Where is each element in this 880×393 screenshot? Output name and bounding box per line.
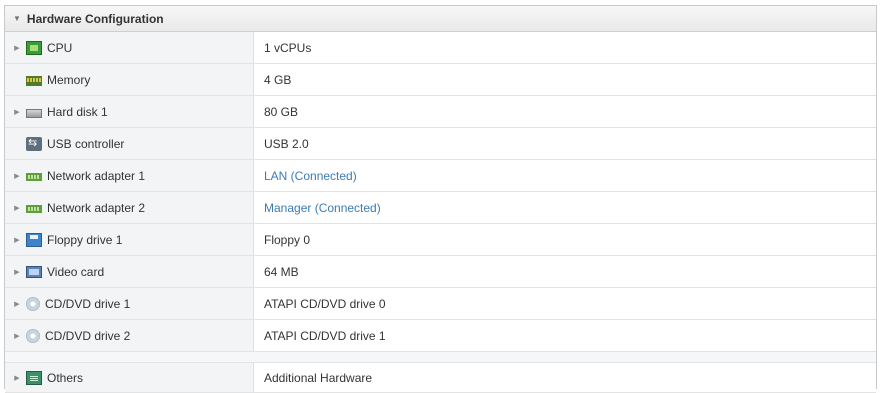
row-name-cell: ▶ Network adapter 1 xyxy=(5,160,254,191)
table-row: ▶ CD/DVD drive 2 ATAPI CD/DVD drive 1 xyxy=(5,320,876,352)
table-row: ▶ Others Additional Hardware xyxy=(5,363,876,393)
network-adapter-icon xyxy=(26,173,42,181)
table-row: USB controller USB 2.0 xyxy=(5,128,876,160)
row-value-cd-dvd-1: ATAPI CD/DVD drive 0 xyxy=(264,296,386,311)
expand-arrow-icon[interactable]: ▶ xyxy=(5,172,26,180)
row-label-cd-dvd-2: CD/DVD drive 2 xyxy=(45,328,131,343)
row-label-cpu: CPU xyxy=(47,40,73,55)
table-row: ▶ Floppy drive 1 Floppy 0 xyxy=(5,224,876,256)
table-row: ▶ CPU 1 vCPUs xyxy=(5,32,876,64)
hard-disk-icon xyxy=(26,109,42,118)
table-row: ▶ Network adapter 2 Manager (Connected) xyxy=(5,192,876,224)
table-row: ▶ Video card 64 MB xyxy=(5,256,876,288)
row-value-floppy: Floppy 0 xyxy=(264,232,311,247)
row-label-hard-disk: Hard disk 1 xyxy=(47,104,108,119)
row-value-video-card: 64 MB xyxy=(264,264,299,279)
row-label-memory: Memory xyxy=(47,72,91,87)
expand-arrow-icon[interactable]: ▶ xyxy=(5,268,26,276)
table-row: Memory 4 GB xyxy=(5,64,876,96)
row-name-cell: ▶ CD/DVD drive 2 xyxy=(5,320,254,351)
network-1-link[interactable]: LAN (Connected) xyxy=(254,160,876,191)
row-label-others: Others xyxy=(47,370,84,385)
table-row: ▶ Network adapter 1 LAN (Connected) xyxy=(5,160,876,192)
floppy-icon xyxy=(26,232,42,247)
network-2-link[interactable]: Manager (Connected) xyxy=(254,192,876,223)
expand-arrow-icon[interactable]: ▶ xyxy=(5,204,26,212)
row-name-cell: ▶ Hard disk 1 xyxy=(5,96,254,127)
row-label-network-adapter-1: Network adapter 1 xyxy=(47,168,146,183)
row-label-usb: USB controller xyxy=(47,136,125,151)
table-row: ▶ Hard disk 1 80 GB xyxy=(5,96,876,128)
row-name-cell: Memory xyxy=(5,64,254,95)
expand-arrow-icon[interactable]: ▶ xyxy=(5,374,26,382)
row-name-cell: USB controller xyxy=(5,128,254,159)
row-name-cell: ▶ Video card xyxy=(5,256,254,287)
row-value-cd-dvd-2: ATAPI CD/DVD drive 1 xyxy=(264,328,386,343)
network-adapter-icon xyxy=(26,205,42,213)
row-name-cell: ▶ Floppy drive 1 xyxy=(5,224,254,255)
panel-header[interactable]: ▼ Hardware Configuration xyxy=(5,6,876,32)
expand-arrow-icon[interactable]: ▶ xyxy=(5,300,26,308)
row-value-cpu: 1 vCPUs xyxy=(264,40,312,55)
row-divider xyxy=(5,352,876,363)
video-card-icon xyxy=(26,266,42,278)
hardware-configuration-panel: ▼ Hardware Configuration ▶ CPU 1 vCPUs M… xyxy=(4,5,877,393)
row-label-floppy: Floppy drive 1 xyxy=(47,232,123,247)
row-label-cd-dvd-1: CD/DVD drive 1 xyxy=(45,296,131,311)
memory-icon xyxy=(26,75,42,86)
expand-arrow-icon[interactable]: ▶ xyxy=(5,108,26,116)
row-name-cell: ▶ CPU xyxy=(5,32,254,63)
row-value-others: Additional Hardware xyxy=(264,370,373,385)
cd-dvd-icon xyxy=(26,296,40,311)
collapse-icon[interactable]: ▼ xyxy=(13,14,21,23)
expand-arrow-icon[interactable]: ▶ xyxy=(5,44,26,52)
row-value-hard-disk: 80 GB xyxy=(264,104,299,119)
usb-icon xyxy=(26,136,42,151)
others-icon xyxy=(26,370,42,385)
expand-arrow-icon[interactable]: ▶ xyxy=(5,332,26,340)
expand-arrow-icon[interactable]: ▶ xyxy=(5,236,26,244)
row-name-cell: ▶ Network adapter 2 xyxy=(5,192,254,223)
row-label-video-card: Video card xyxy=(47,264,105,279)
row-label-network-adapter-2: Network adapter 2 xyxy=(47,200,146,215)
row-name-cell: ▶ CD/DVD drive 1 xyxy=(5,288,254,319)
table-row: ▶ CD/DVD drive 1 ATAPI CD/DVD drive 0 xyxy=(5,288,876,320)
panel-title: Hardware Configuration xyxy=(26,11,164,26)
row-name-cell: ▶ Others xyxy=(5,363,254,392)
cd-dvd-icon xyxy=(26,328,40,343)
row-value-memory: 4 GB xyxy=(264,72,292,87)
row-value-usb: USB 2.0 xyxy=(264,136,309,151)
cpu-icon xyxy=(26,40,42,55)
